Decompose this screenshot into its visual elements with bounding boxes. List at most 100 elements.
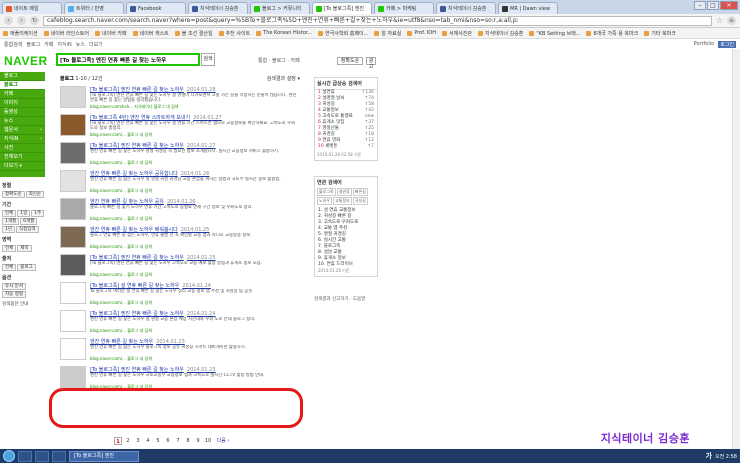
- bookmark-item[interactable]: 기타 북마크: [644, 30, 676, 37]
- bookmark-item[interactable]: 8개국 가족 용 북마크: [586, 30, 638, 37]
- result-source[interactable]: blog.naver.com/... 블로그 내 검색: [90, 328, 300, 334]
- result-title[interactable]: [To 블로그족] 엔진 연휴 빠른 길 찾는 노하우 2014.01.25: [90, 254, 300, 261]
- back-icon[interactable]: ‹: [4, 16, 13, 25]
- reload-icon[interactable]: ↻: [30, 16, 39, 25]
- result-source[interactable]: blog.naver.com/... 블로그 내 검색: [90, 300, 300, 306]
- filter-option[interactable]: 1개월: [2, 218, 20, 225]
- bottom-note[interactable]: 검색결과 신고하기 · 도움말: [314, 296, 378, 302]
- filter-option[interactable]: 전체: [2, 210, 17, 217]
- related-tag[interactable]: 귀성길: [352, 197, 368, 205]
- close-icon[interactable]: ✕: [720, 1, 738, 10]
- bookmark-item[interactable]: 알 자료실: [374, 30, 401, 37]
- search-input[interactable]: [To 블로그족] 엔진 연휴 빠른 길 찾는 노하우: [56, 53, 200, 66]
- result-title[interactable]: 엔진 연휴 빠른 길 찾는 노하우 공유합니다 2014.01.26: [90, 170, 300, 177]
- browser-tab[interactable]: 카페 > 마케팅: [374, 2, 434, 14]
- filter-option[interactable]: 제목: [17, 245, 32, 252]
- result-source[interactable]: blog.naver.com/ksh... 지식테이너 블로그 내 검색: [90, 104, 300, 110]
- top-nav-right-link[interactable]: Portfolio: [694, 41, 715, 48]
- result-thumbnail[interactable]: [60, 142, 86, 164]
- filter-option[interactable]: 6개월: [20, 218, 38, 225]
- result-title[interactable]: 엔진 연휴 빠른 길 찾는 노하우 2014.01.23: [90, 338, 300, 345]
- left-nav-item[interactable]: 뉴스: [0, 117, 45, 126]
- bookmark-item[interactable]: 추천 사이트: [218, 30, 250, 37]
- taskbar-explorer-icon[interactable]: [18, 450, 32, 462]
- next-page-link[interactable]: 다음 ›: [214, 437, 232, 445]
- result-thumbnail[interactable]: [60, 198, 86, 220]
- page-link[interactable]: 5: [154, 437, 162, 445]
- filter-option[interactable]: 블로그: [17, 264, 36, 271]
- taskbar-active-window[interactable]: [To 블로그족] 엔진: [69, 450, 139, 462]
- top-nav-link[interactable]: 통합검색: [4, 41, 22, 48]
- result-title[interactable]: [To 블로그족] 설 연휴 빠른 길 찾는 노하우 2014.01.24: [90, 282, 300, 289]
- filter-option[interactable]: 1년: [2, 226, 16, 233]
- bookmark-item[interactable]: 서재사진관: [442, 30, 472, 37]
- filter-option[interactable]: 전체: [2, 245, 17, 252]
- ime-language[interactable]: 가: [706, 451, 712, 461]
- result-thumbnail[interactable]: [60, 114, 86, 136]
- left-nav-item[interactable]: 전체보기: [0, 153, 45, 162]
- top-nav-link[interactable]: 지식iN: [57, 41, 71, 48]
- minimize-icon[interactable]: –: [694, 1, 706, 10]
- browser-tab[interactable]: [To 블로그족] 엔진: [312, 2, 372, 14]
- result-thumbnail[interactable]: [60, 170, 86, 192]
- url-input[interactable]: cafeblog.search.naver.com/search.naver?w…: [43, 15, 712, 26]
- filter-option[interactable]: 자동 정렬: [2, 291, 26, 298]
- filter-option[interactable]: 1일: [17, 210, 31, 217]
- top-nav-link[interactable]: 카페: [44, 41, 53, 48]
- page-link[interactable]: 6: [164, 437, 172, 445]
- left-nav-item[interactable]: 더보기 ▾: [0, 162, 45, 171]
- result-thumbnail[interactable]: [60, 338, 86, 360]
- top-nav-link[interactable]: 블로그: [26, 41, 40, 48]
- browser-tab[interactable]: MR | Dawn view: [498, 2, 558, 14]
- result-source[interactable]: blog.naver.com/... 블로그 내 검색: [90, 244, 300, 250]
- top-nav-link[interactable]: 뉴스: [76, 41, 85, 48]
- browser-tab[interactable]: Facebook: [126, 2, 186, 14]
- page-link[interactable]: 10: [204, 437, 212, 445]
- top-nav-right-link[interactable]: 로그인: [718, 40, 736, 48]
- naver-logo[interactable]: NAVER: [4, 54, 48, 68]
- result-thumbnail[interactable]: [60, 310, 86, 332]
- result-source[interactable]: blog.naver.com/... 블로그 내 검색: [90, 356, 300, 362]
- bookmark-item[interactable]: 애플리케이션: [3, 30, 38, 37]
- clock[interactable]: 오전 2:58: [715, 453, 737, 460]
- page-link[interactable]: 8: [184, 437, 192, 445]
- left-nav-item[interactable]: 사전: [0, 144, 45, 153]
- browser-tab[interactable]: 지식테이너 김승훈: [436, 2, 496, 14]
- filter-option[interactable]: 직접입력: [16, 226, 39, 233]
- forward-icon[interactable]: ›: [17, 16, 26, 25]
- bookmark-star-icon[interactable]: ☆: [716, 16, 723, 25]
- result-title[interactable]: [To 블로그족] 엔진 연휴 빠른 길 찾는 노하우 2014.01.27: [90, 142, 300, 149]
- left-nav-item[interactable]: 웹문서 ›: [0, 126, 45, 135]
- left-nav-item[interactable]: 카페: [0, 90, 45, 99]
- page-link[interactable]: 9: [194, 437, 202, 445]
- filter-option[interactable]: 유사 문서: [2, 283, 26, 290]
- page-link[interactable]: 3: [134, 437, 142, 445]
- result-title[interactable]: [To 블로그족] 엔진 연휴 빠른 길 찾는 노하우 2014.01.28: [90, 86, 300, 93]
- filter-option[interactable]: 정확도순: [2, 191, 25, 198]
- browser-tab[interactable]: 네이트 메일: [2, 2, 62, 14]
- result-thumbnail[interactable]: [60, 282, 86, 304]
- result-title[interactable]: [To 블로그족] 엔진 연휴 빠른 길 찾는 노하우 2014.01.23: [90, 366, 300, 373]
- result-source[interactable]: blog.naver.com/... 블로그 내 검색: [90, 132, 300, 138]
- result-title[interactable]: 엔진 연휴 빠른 길 찾는 노하우 공유 2014.01.26: [90, 198, 300, 205]
- bookmark-item[interactable]: 네이버 캐스트: [132, 30, 169, 37]
- related-tag[interactable]: 노하우: [317, 197, 333, 205]
- browser-tab[interactable]: 트위터 / 반영: [64, 2, 124, 14]
- result-thumbnail[interactable]: [60, 366, 86, 388]
- result-source[interactable]: blog.naver.com/... 블로그 내 검색: [90, 160, 300, 166]
- left-nav-item[interactable]: 블로그: [0, 81, 45, 90]
- left-nav-item[interactable]: 블로그: [0, 72, 45, 81]
- filter-option[interactable]: 최신순: [25, 191, 44, 198]
- left-nav-item[interactable]: 이미지: [0, 99, 45, 108]
- result-title[interactable]: [To 블로그족 4탄] 엔진 연휴 스마트하게 보내기 2014.01.27: [90, 114, 300, 121]
- result-thumbnail[interactable]: [60, 86, 86, 108]
- browser-tab[interactable]: 블로그 > 커뮤니티: [250, 2, 310, 14]
- page-link[interactable]: 4: [144, 437, 152, 445]
- browser-tab[interactable]: 지식테이너 김승훈: [188, 2, 248, 14]
- maximize-icon[interactable]: □: [707, 1, 719, 10]
- related-tag[interactable]: 빠른길: [352, 188, 368, 196]
- results-option[interactable]: 검색결과 설정 ▾: [267, 75, 300, 82]
- bookmark-item[interactable]: "KB Setting 브래...: [529, 30, 580, 37]
- bookmark-item[interactable]: 연극사학회 홈페이...: [318, 30, 368, 37]
- result-title[interactable]: 엔진 연휴 빠른 길 찾는 노하우 배워봅시다 2014.01.25: [90, 226, 300, 233]
